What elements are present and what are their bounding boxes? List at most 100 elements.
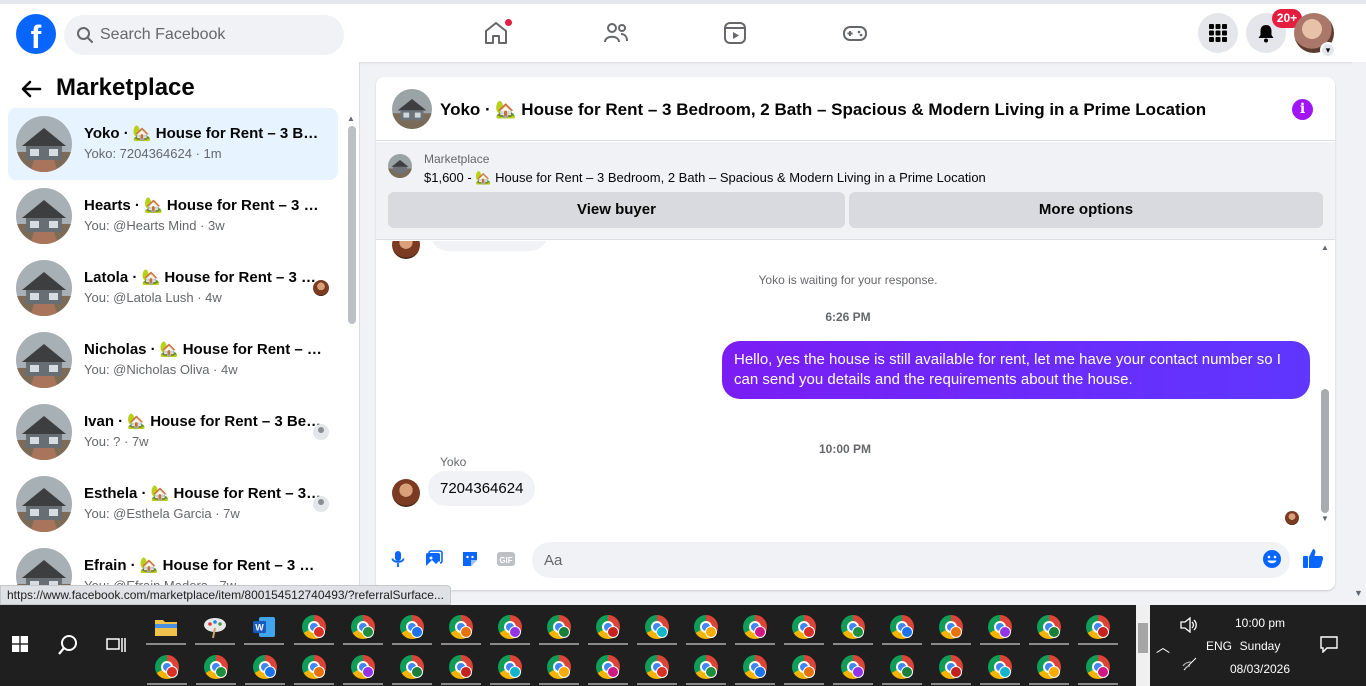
chrome-profile-badge (852, 666, 864, 678)
search-input[interactable] (100, 15, 330, 55)
word-icon: W (253, 617, 275, 637)
scroll-down-arrow-icon[interactable]: ▼ (1321, 514, 1329, 523)
chrome-window-icon[interactable] (539, 655, 579, 685)
chrome-window-icon[interactable] (588, 655, 628, 685)
chrome-window-icon[interactable] (686, 655, 726, 685)
incoming-message[interactable]: 7204364624 (428, 471, 536, 506)
conversation-item[interactable]: Latola · 🏡 House for Rent – 3 Bedroom, 2… (8, 252, 338, 324)
chrome-window-icon[interactable] (1029, 655, 1069, 685)
emoji-icon[interactable] (1262, 549, 1282, 569)
scroll-down-arrow-icon[interactable]: ▼ (1354, 588, 1363, 598)
info-icon[interactable]: i (1292, 99, 1313, 120)
facebook-logo[interactable]: f (16, 14, 56, 54)
listing-thumbnail[interactable] (392, 89, 432, 129)
chrome-window-icon[interactable] (833, 655, 873, 685)
chevron-down-icon[interactable]: ▾ (1320, 42, 1336, 58)
chrome-window-icon[interactable] (637, 615, 677, 645)
chrome-window-icon[interactable] (1078, 615, 1118, 645)
sticker-icon[interactable] (460, 549, 480, 569)
chrome-window-icon[interactable] (147, 655, 187, 685)
task-view-icon[interactable] (106, 635, 126, 655)
chrome-window-icon[interactable] (392, 655, 432, 685)
page-scrollbar[interactable] (1352, 62, 1366, 602)
chrome-window-icon[interactable] (637, 655, 677, 685)
friends-icon[interactable] (603, 20, 629, 46)
search-icon (77, 27, 93, 43)
back-arrow-icon[interactable] (20, 78, 42, 100)
chrome-window-icon[interactable] (392, 615, 432, 645)
menu-button[interactable] (1198, 13, 1238, 53)
chrome-profile-badge (901, 666, 913, 678)
search-box[interactable] (64, 15, 344, 55)
scroll-up-arrow-icon[interactable]: ▲ (347, 114, 355, 123)
chrome-window-icon[interactable] (735, 615, 775, 645)
message-scrollbar[interactable] (1321, 389, 1329, 513)
taskbar-search-icon[interactable] (56, 633, 80, 657)
conversation-thumbnail (16, 476, 72, 532)
chrome-window-icon[interactable] (980, 655, 1020, 685)
chrome-window-icon[interactable] (490, 615, 530, 645)
chrome-window-icon[interactable] (882, 615, 922, 645)
sender-avatar[interactable] (392, 479, 420, 507)
chrome-window-icon[interactable] (833, 615, 873, 645)
chrome-window-icon[interactable] (686, 615, 726, 645)
paint-app-icon[interactable] (195, 615, 235, 645)
taskbar-scroll-thumb[interactable] (1138, 623, 1148, 653)
chrome-window-icon[interactable] (784, 615, 824, 645)
volume-icon[interactable] (1180, 617, 1198, 633)
message-composer: GIF (376, 535, 1335, 583)
scroll-up-arrow-icon[interactable]: ▲ (1321, 243, 1329, 252)
outgoing-message[interactable]: Hello, yes the house is still available … (722, 341, 1310, 399)
chrome-window-icon[interactable] (294, 655, 334, 685)
show-hidden-icons-chevron-icon[interactable]: ︿ (1156, 637, 1170, 657)
sidebar-scrollbar[interactable] (348, 126, 356, 324)
more-options-button[interactable]: More options (849, 192, 1323, 228)
conversation-item[interactable]: Nicholas · 🏡 House for Rent – 3 Bedroom,… (8, 324, 338, 396)
chrome-window-icon[interactable] (588, 615, 628, 645)
microphone-icon[interactable] (388, 549, 408, 569)
chrome-window-icon[interactable] (294, 615, 334, 645)
chrome-window-icon[interactable] (441, 655, 481, 685)
chrome-window-icon[interactable] (343, 615, 383, 645)
chrome-window-icon[interactable] (882, 655, 922, 685)
chrome-window-icon[interactable] (441, 615, 481, 645)
chrome-window-icon[interactable] (343, 655, 383, 685)
gaming-icon[interactable] (842, 20, 868, 46)
view-buyer-button[interactable]: View buyer (388, 192, 845, 228)
listing-source-label: Marketplace (424, 152, 490, 166)
conversation-preview: You: @Nicholas Oliva · 4w (84, 362, 238, 377)
chrome-window-icon[interactable] (931, 615, 971, 645)
clock-day[interactable]: Sunday (1226, 639, 1294, 653)
chrome-window-icon[interactable] (196, 655, 236, 685)
chrome-profile-badge (1097, 666, 1109, 678)
chrome-window-icon[interactable] (1078, 655, 1118, 685)
conversation-item[interactable]: Hearts · 🏡 House for Rent – 3 Bedroom, 2… (8, 180, 338, 252)
like-thumb-icon[interactable] (1302, 547, 1324, 569)
chrome-window-icon[interactable] (245, 655, 285, 685)
gif-icon[interactable]: GIF (496, 549, 516, 569)
chrome-window-icon[interactable] (1029, 615, 1069, 645)
timestamp: 10:00 PM (818, 442, 872, 456)
chrome-window-icon[interactable] (539, 615, 579, 645)
chrome-profile-badge (705, 666, 717, 678)
listing-price-title[interactable]: $1,600 - 🏡 House for Rent – 3 Bedroom, 2… (424, 170, 986, 186)
chrome-window-icon[interactable] (931, 655, 971, 685)
file-explorer-icon[interactable] (146, 615, 186, 645)
network-icon[interactable] (1182, 657, 1198, 671)
chrome-window-icon[interactable] (490, 655, 530, 685)
photo-icon[interactable] (424, 549, 444, 569)
chrome-window-icon[interactable] (980, 615, 1020, 645)
conversation-preview: You: @Latola Lush · 4w (84, 290, 222, 305)
clock-time[interactable]: 10:00 pm (1226, 616, 1294, 630)
action-center-icon[interactable] (1320, 635, 1338, 653)
conversation-item[interactable]: Ivan · 🏡 House for Rent – 3 Bedroom, 2 B… (8, 396, 338, 468)
windows-start-icon[interactable] (12, 636, 28, 652)
video-icon[interactable] (722, 20, 748, 46)
clock-date[interactable]: 08/03/2026 (1226, 662, 1294, 676)
word-app-icon[interactable]: W (244, 615, 284, 645)
conversation-item[interactable]: Esthela · 🏡 House for Rent – 3 Bedroom, … (8, 468, 338, 540)
chrome-window-icon[interactable] (735, 655, 775, 685)
chrome-window-icon[interactable] (784, 655, 824, 685)
message-input[interactable] (532, 542, 1290, 578)
conversation-item[interactable]: Yoko · 🏡 House for Rent – 3 Bedroom, 2 B… (8, 108, 338, 180)
